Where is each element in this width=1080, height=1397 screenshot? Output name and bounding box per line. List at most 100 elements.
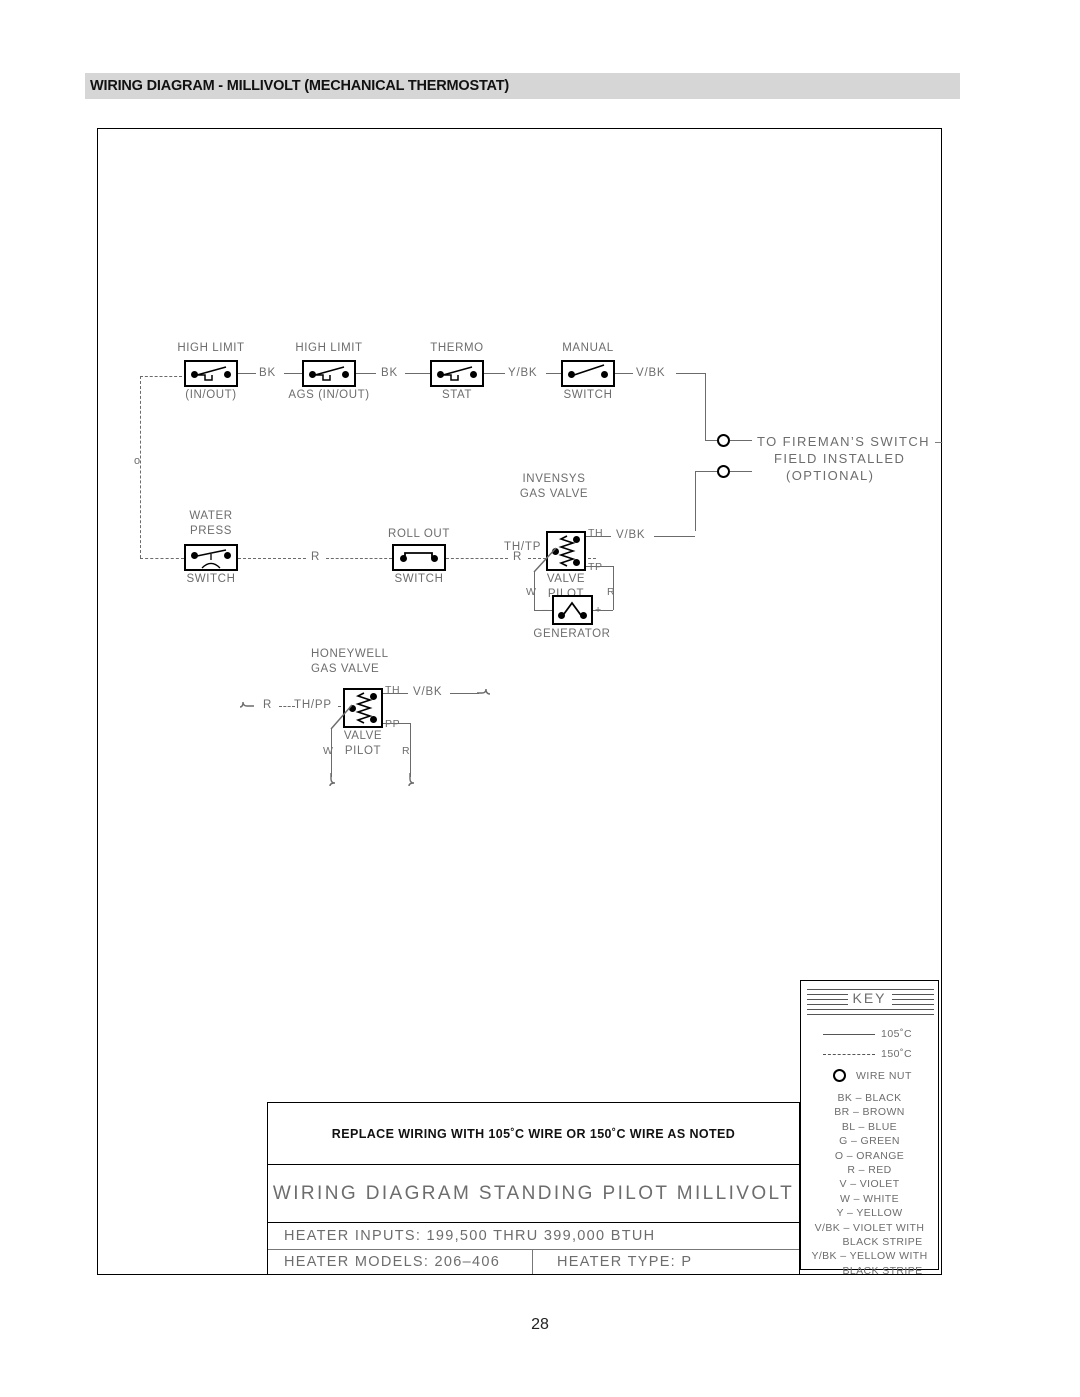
switch-lever-icon — [196, 366, 227, 381]
heater-inputs-text: HEATER INPUTS: 199,500 THRU 399,000 BTUH — [284, 1228, 656, 1244]
wire-rollout-out — [446, 558, 508, 559]
label-invensys-w: W — [526, 586, 537, 598]
key-color-row: W – WHITE — [801, 1192, 938, 1206]
label-generator-plus: + — [595, 604, 602, 616]
label-water-press-bottom: SWITCH — [186, 573, 236, 585]
wire-honeywell-pp-out — [383, 723, 410, 724]
component-high-limit-ags[interactable] — [302, 360, 356, 387]
annotation-fireman-line1: TO FIREMAN’S SWITCH – — [757, 434, 944, 449]
key-color-v: V – VIOLET — [839, 1178, 900, 1191]
wire-wirenut-2-left — [695, 471, 717, 472]
key-label-wire-nut: WIRE NUT — [856, 1070, 912, 1082]
wire-hl2-out — [356, 373, 376, 374]
component-thermostat[interactable] — [430, 360, 484, 387]
wire-nut-icon — [833, 1069, 846, 1082]
key-label-150c: 150˚C — [881, 1048, 913, 1060]
page-title: WIRING DIAGRAM - MILLIVOLT (MECHANICAL T… — [90, 78, 510, 94]
label-wire-bk-1: BK — [259, 367, 276, 379]
label-honeywell-title1: HONEYWELL — [311, 648, 389, 660]
component-generator[interactable] — [552, 595, 593, 625]
wire-honeywell-feed-hook — [239, 701, 254, 708]
label-water-press-top2: PRESS — [190, 525, 232, 537]
label-wire-r-honeywell-in: R — [263, 699, 273, 711]
title-block-inputs-row: HEATER INPUTS: 199,500 THRU 399,000 BTUH — [268, 1223, 799, 1250]
heater-type-cell: HEATER TYPE: P — [533, 1250, 799, 1274]
label-water-press-top1: WATER — [189, 510, 233, 522]
wire-honeywell-end-hook — [477, 688, 491, 695]
switch-lever-open-icon — [573, 364, 605, 376]
label-honeywell-title2: GAS VALVE — [311, 663, 380, 675]
label-honeywell-pp: PP — [385, 718, 401, 730]
heater-models-text: HEATER MODELS: 206–406 — [284, 1254, 501, 1270]
switch-lever-icon — [314, 366, 345, 381]
key-color-row: BR – BROWN — [801, 1105, 938, 1119]
wire-vbk-to-bus — [676, 373, 706, 374]
label-wire-bk-2: BK — [381, 367, 398, 379]
label-roll-out-top: ROLL OUT — [388, 528, 450, 540]
label-thermostat-top: THERMO — [430, 342, 484, 354]
key-color-row: V – VIOLET — [801, 1177, 938, 1191]
coil-icon — [355, 692, 373, 724]
component-high-limit-in-out[interactable] — [184, 360, 238, 387]
wire-nut-upper[interactable] — [717, 434, 730, 447]
wire-nut-lower[interactable] — [717, 465, 730, 478]
wire-honeywell-vbk-right — [450, 693, 479, 694]
key-color-row: Y/BK – YELLOW WITH BLACK STRIPE — [801, 1249, 938, 1278]
key-color-bk: BK – BLACK — [837, 1092, 902, 1104]
key-title: KEY — [847, 990, 892, 1006]
key-color-o: O – ORANGE — [834, 1149, 905, 1162]
label-generator: GENERATOR — [533, 628, 611, 640]
label-honeywell-r: R — [402, 745, 411, 757]
wire-bk1-right — [284, 373, 302, 374]
key-color-row: Y – YELLOW — [801, 1206, 938, 1220]
wire-waterpress-out — [238, 558, 306, 559]
label-invensys-tp: TP — [588, 561, 603, 573]
thermocouple-icon — [560, 601, 584, 619]
label-wire-vbk-invensys: V/BK — [616, 529, 646, 541]
component-water-press-switch[interactable] — [184, 544, 238, 571]
label-wire-vbk-honeywell: V/BK — [413, 686, 443, 698]
section-header-bar: WIRING DIAGRAM - MILLIVOLT (MECHANICAL T… — [85, 73, 960, 99]
wire-to-wirenut-1 — [705, 440, 717, 441]
coil-icon — [558, 535, 576, 567]
label-wire-ybk: Y/BK — [508, 367, 538, 379]
wire-r1-right — [326, 558, 392, 559]
label-honeywell-th: TH — [385, 684, 401, 696]
wire-r-honeywell-seg — [279, 706, 295, 707]
key-color-bl: BL – BLUE — [841, 1120, 898, 1133]
wire-invensys-th-out — [586, 536, 611, 537]
closed-contact-icon — [404, 552, 433, 558]
wire-bus-down-to-wirenut-1 — [705, 373, 706, 440]
diagram-title-text: WIRING DIAGRAM STANDING PILOT MILLIVOLT — [272, 1182, 795, 1204]
wire-invensys-vbk-to-bus — [654, 536, 695, 537]
title-block-main-row: WIRING DIAGRAM STANDING PILOT MILLIVOLT — [268, 1165, 799, 1223]
wire-left-bottom-corner — [140, 558, 184, 559]
wire-honeywell-th-out — [383, 693, 408, 694]
wire-wirenut-2-right — [730, 471, 752, 472]
label-honeywell-w: W — [323, 745, 334, 757]
key-color-row: G – GREEN — [801, 1134, 938, 1148]
pressure-switch-icon — [196, 549, 227, 569]
key-label-105c: 105˚C — [881, 1028, 913, 1040]
wire-manual-out — [615, 373, 633, 374]
key-legend: KEY 105˚C 150˚C WIRE NUT BK – BLACK BR –… — [800, 980, 939, 1277]
label-manual-switch-bottom: SWITCH — [563, 389, 613, 401]
switch-lever-icon — [442, 366, 473, 381]
component-roll-out-switch[interactable] — [392, 544, 446, 571]
component-manual-switch[interactable] — [561, 360, 615, 387]
key-color-row: BL – BLUE — [801, 1120, 938, 1134]
key-color-w: W – WHITE — [839, 1192, 899, 1205]
page-number: 28 — [531, 1316, 549, 1333]
label-invensys-title1: INVENSYS — [522, 473, 586, 485]
key-color-y: Y – YELLOW — [836, 1207, 903, 1220]
wire-left-riser-dashed — [140, 376, 141, 558]
title-block-bottom-row: HEATER MODELS: 206–406 HEATER TYPE: P — [268, 1250, 799, 1274]
label-manual-switch-top: MANUAL — [562, 342, 614, 354]
wire-invensys-w-diagonal — [533, 547, 557, 573]
wire-honeywell-w-end-hook — [329, 773, 336, 787]
label-invensys-title2: GAS VALVE — [519, 488, 589, 500]
key-color-r: R – RED — [847, 1164, 892, 1177]
label-high-limit-ags-top: HIGH LIMIT — [295, 342, 363, 354]
key-color-vbk-cont: BLACK STRIPE — [842, 1236, 923, 1249]
key-sample-dashed-line — [823, 1054, 875, 1055]
